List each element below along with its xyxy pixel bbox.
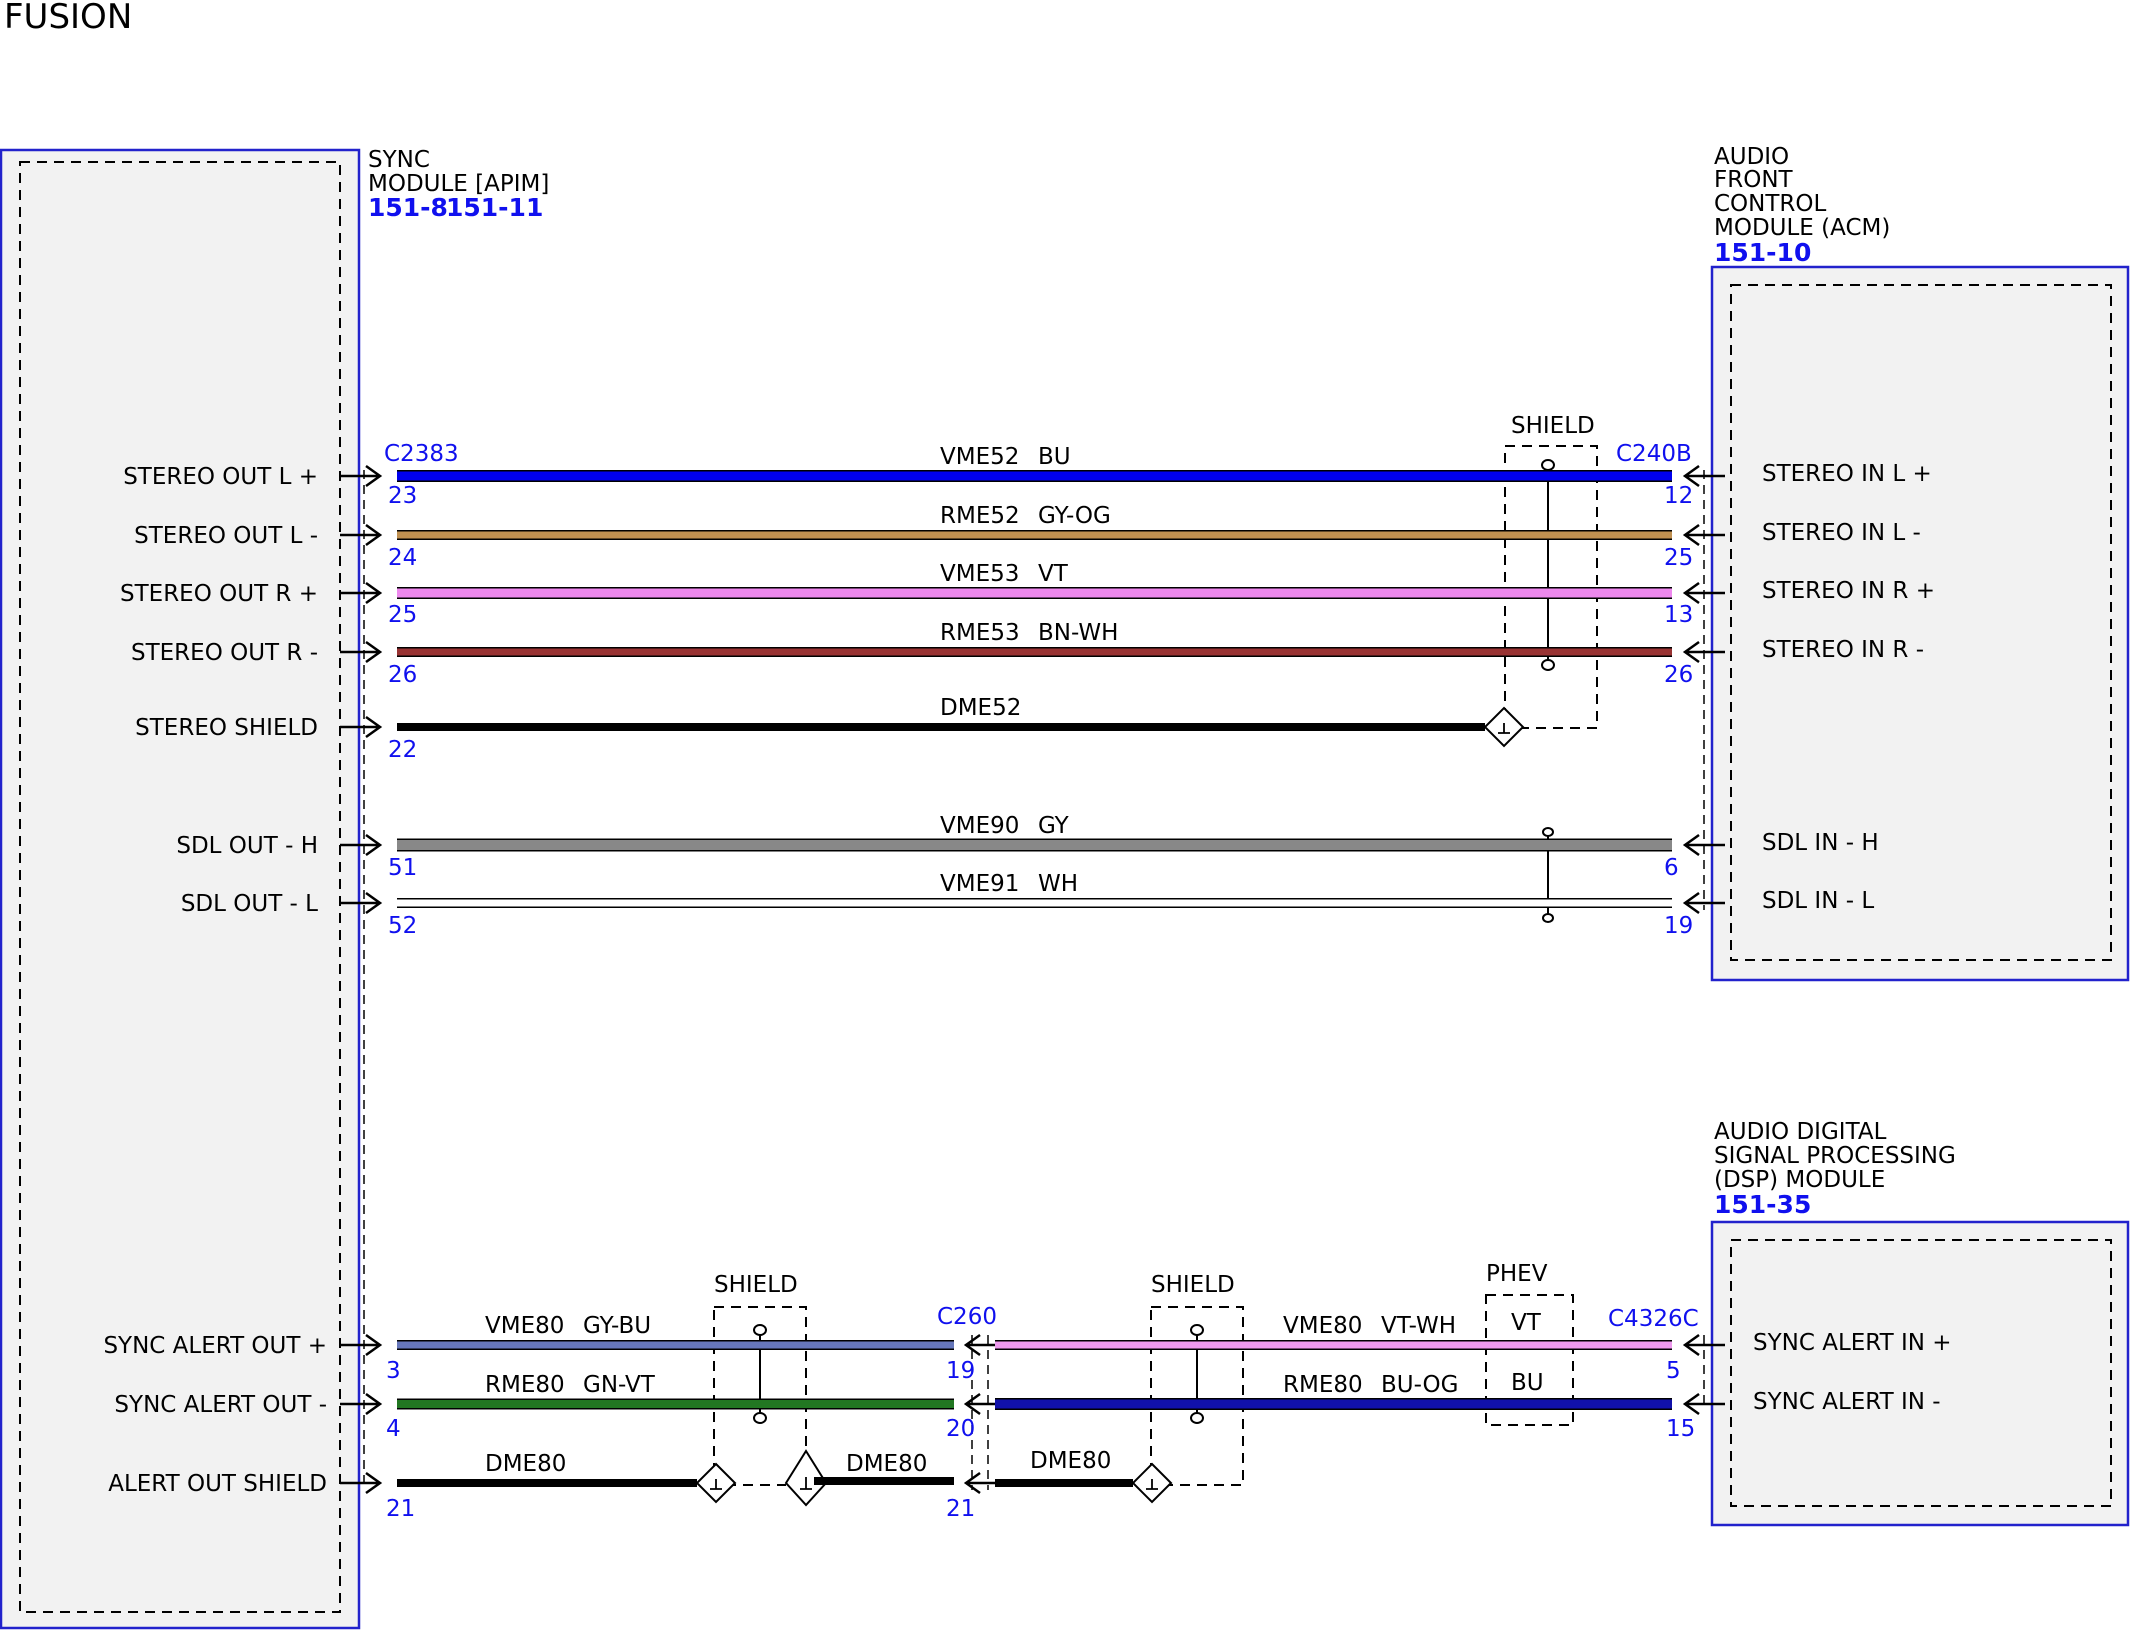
dsp-module-ref[interactable]: 151-35 bbox=[1714, 1190, 1811, 1219]
alert-right-pin-0[interactable]: 5 bbox=[1666, 1358, 1681, 1384]
right-pin-0[interactable]: 12 bbox=[1664, 483, 1693, 509]
sync-module-ref-2[interactable]: 151-11 bbox=[446, 193, 543, 222]
right-pin-6[interactable]: 19 bbox=[1664, 913, 1693, 939]
circuit-id-2: VME53 bbox=[940, 561, 1019, 587]
circuit-color-1: GY-OG bbox=[1038, 503, 1111, 529]
connector-c4326c[interactable]: C4326C bbox=[1608, 1306, 1699, 1332]
circuit-color-6: WH bbox=[1038, 871, 1078, 897]
right-label-6: SDL IN - L bbox=[1762, 888, 1874, 914]
right-label-5: SDL IN - H bbox=[1762, 830, 1879, 856]
left-label-5: SDL OUT - H bbox=[176, 833, 318, 859]
page-title: FUSION bbox=[4, 0, 132, 37]
alert-seg2-id-0: VME80 bbox=[1283, 1313, 1362, 1339]
circuit-color-0: BU bbox=[1038, 444, 1071, 470]
left-pin-2[interactable]: 25 bbox=[388, 602, 417, 628]
phev-vt-label: VT bbox=[1511, 1310, 1542, 1336]
alert-right-label-0: SYNC ALERT IN + bbox=[1753, 1330, 1952, 1356]
alert-left-label-0: SYNC ALERT OUT + bbox=[103, 1333, 327, 1359]
stereo-shield: SHIELD bbox=[1504, 413, 1598, 729]
alert-right-pin-1[interactable]: 15 bbox=[1666, 1416, 1695, 1442]
wires-layer: STEREO OUT L + 23 VME52 BU 12 STEREO IN L + ST… bbox=[103, 444, 1951, 1522]
circuit-id-3: RME53 bbox=[940, 620, 1020, 646]
connector-c260[interactable]: C260 bbox=[937, 1304, 997, 1330]
dsp-module: AUDIO DIGITAL SIGNAL PROCESSING (DSP) MO… bbox=[1710, 1119, 2130, 1527]
sync-module-name-1: SYNC bbox=[368, 147, 430, 173]
alert-left-pin-1[interactable]: 4 bbox=[386, 1416, 401, 1442]
alert-seg1-color-1: GN-VT bbox=[583, 1372, 656, 1398]
right-label-0: STEREO IN L + bbox=[1762, 461, 1932, 487]
dsp-module-name-1: AUDIO DIGITAL bbox=[1714, 1119, 1887, 1145]
left-label-4: STEREO SHIELD bbox=[135, 715, 318, 741]
alert-left-pin-0[interactable]: 3 bbox=[386, 1358, 401, 1384]
alert-shield-left: SHIELD bbox=[713, 1272, 807, 1486]
left-label-3: STEREO OUT R - bbox=[131, 640, 318, 666]
alert-shield-right-label: SHIELD bbox=[1151, 1272, 1235, 1298]
left-pin-3[interactable]: 26 bbox=[388, 662, 417, 688]
alert-shield-left-label: SHIELD bbox=[714, 1272, 798, 1298]
left-pin-4[interactable]: 22 bbox=[388, 737, 417, 763]
left-label-0: STEREO OUT L + bbox=[123, 464, 318, 490]
alert-left-label-1: SYNC ALERT OUT - bbox=[114, 1392, 327, 1418]
left-pin-0[interactable]: 23 bbox=[388, 483, 417, 509]
phev-label: PHEV bbox=[1486, 1261, 1548, 1287]
alert-mid-pin-2[interactable]: 21 bbox=[946, 1496, 975, 1522]
circuit-color-5: GY bbox=[1038, 813, 1070, 839]
acm-module-box[interactable] bbox=[1710, 265, 2130, 982]
right-pin-5[interactable]: 6 bbox=[1664, 855, 1679, 881]
right-label-3: STEREO IN R - bbox=[1762, 637, 1924, 663]
circuit-id-0: VME52 bbox=[940, 444, 1019, 470]
left-label-6: SDL OUT - L bbox=[181, 891, 318, 917]
alert-seg1-id-0: VME80 bbox=[485, 1313, 564, 1339]
alert-seg2-id-1: RME80 bbox=[1283, 1372, 1363, 1398]
dsp-module-box[interactable] bbox=[1710, 1220, 2130, 1527]
connector-c2383[interactable]: C2383 bbox=[384, 441, 459, 467]
sync-module-ref-1[interactable]: 151-8 bbox=[368, 193, 448, 222]
circuit-id-4: DME52 bbox=[940, 695, 1021, 721]
right-label-2: STEREO IN R + bbox=[1762, 578, 1935, 604]
acm-module-ref[interactable]: 151-10 bbox=[1714, 238, 1811, 267]
alert-seg1-id-1: RME80 bbox=[485, 1372, 565, 1398]
alert-mid-pin-0[interactable]: 19 bbox=[946, 1358, 975, 1384]
alert-seg2-color-0: VT-WH bbox=[1381, 1313, 1456, 1339]
left-pin-1[interactable]: 24 bbox=[388, 545, 417, 571]
right-pin-2[interactable]: 13 bbox=[1664, 602, 1693, 628]
alert-left-pin-2[interactable]: 21 bbox=[386, 1496, 415, 1522]
circuit-id-1: RME52 bbox=[940, 503, 1020, 529]
circuit-color-3: BN-WH bbox=[1038, 620, 1118, 646]
right-label-1: STEREO IN L - bbox=[1762, 520, 1921, 546]
alert-drain-right-id: DME80 bbox=[1030, 1448, 1111, 1474]
acm-module-name-2: FRONT bbox=[1714, 167, 1794, 193]
circuit-id-5: VME90 bbox=[940, 813, 1019, 839]
stereo-shield-label: SHIELD bbox=[1511, 413, 1595, 439]
left-label-2: STEREO OUT R + bbox=[120, 581, 318, 607]
alert-seg2-color-1: BU-OG bbox=[1381, 1372, 1458, 1398]
left-pin-6[interactable]: 52 bbox=[388, 913, 417, 939]
alert-drain-mid-id: DME80 bbox=[846, 1451, 927, 1477]
left-label-1: STEREO OUT L - bbox=[134, 523, 318, 549]
alert-shield-right: SHIELD bbox=[1150, 1272, 1244, 1486]
alert-right-label-1: SYNC ALERT IN - bbox=[1753, 1389, 1941, 1415]
right-pin-3[interactable]: 26 bbox=[1664, 662, 1693, 688]
alert-mid-pin-1[interactable]: 20 bbox=[946, 1416, 975, 1442]
alert-drain-left-id: DME80 bbox=[485, 1451, 566, 1477]
phev-bu-label: BU bbox=[1511, 1370, 1544, 1396]
acm-module-name-3: CONTROL bbox=[1714, 191, 1827, 217]
circuit-color-2: VT bbox=[1038, 561, 1069, 587]
wiring-diagram: FUSION SYNC MODULE [APIM] 151-8 151-11 A… bbox=[0, 0, 2130, 1630]
connector-c240b[interactable]: C240B bbox=[1616, 441, 1692, 467]
alert-left-label-2: ALERT OUT SHIELD bbox=[108, 1471, 327, 1497]
alert-seg1-color-0: GY-BU bbox=[583, 1313, 651, 1339]
left-pin-5[interactable]: 51 bbox=[388, 855, 417, 881]
right-pin-1[interactable]: 25 bbox=[1664, 545, 1693, 571]
dsp-module-name-2: SIGNAL PROCESSING bbox=[1714, 1143, 1956, 1169]
circuit-id-6: VME91 bbox=[940, 871, 1019, 897]
